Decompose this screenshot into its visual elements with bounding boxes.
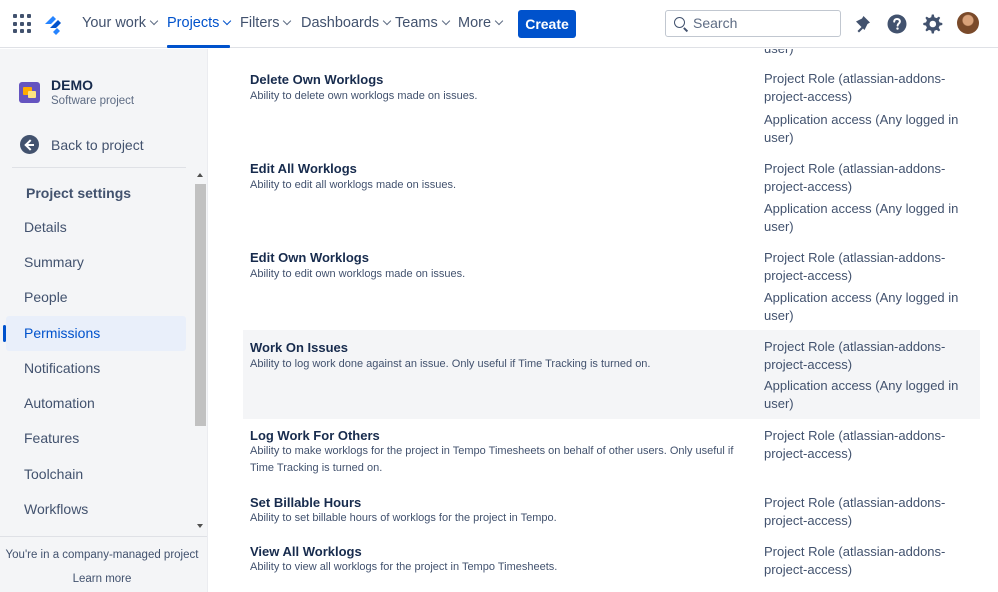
create-button[interactable]: Create [518, 10, 576, 38]
grant-entry: Application access (Any logged in user) [764, 201, 959, 234]
chevron-down-icon [283, 16, 292, 26]
grant-entry: Application access (Any logged in user) [764, 112, 959, 145]
notifications-icon[interactable] [850, 12, 874, 36]
back-to-project-label: Back to project [51, 137, 144, 153]
permission-description: Ability to view all worklogs for the pro… [250, 561, 558, 573]
grant-entry: Project Role (atlassian-addons-project-a… [764, 544, 946, 577]
permission-description: Ability to log work done against an issu… [250, 358, 651, 370]
grant-entry: Project Role (atlassian-addons-project-a… [764, 161, 946, 194]
company-managed-note: You're in a company-managed project [5, 549, 199, 561]
sidebar-item-permissions[interactable]: Permissions [3, 316, 186, 351]
app-switcher-icon[interactable] [11, 12, 35, 36]
permission-name: Edit All Worklogs [250, 161, 357, 176]
nav-label: Teams [395, 15, 438, 31]
chevron-down-icon [494, 16, 504, 26]
permission-name: Set Billable Hours [250, 495, 362, 510]
permission-row: Edit Own Worklogs Ability to edit own wo… [243, 245, 980, 330]
permission-description: Ability to make worklogs for the project… [250, 445, 734, 474]
permission-row: Log Work For Others Ability to make work… [243, 419, 980, 486]
permission-name: Edit Own Worklogs [250, 250, 369, 265]
permission-description: Ability to set billable hours of worklog… [250, 512, 557, 524]
chevron-down-icon [149, 16, 159, 26]
scroll-up-arrow-icon[interactable] [197, 173, 203, 177]
chevron-down-icon [382, 16, 392, 26]
grant-entry: Project Role (atlassian-addons-project-a… [764, 250, 946, 283]
sidebar-item-workflows[interactable]: Workflows [6, 492, 186, 527]
nav-label: More [458, 15, 492, 31]
permission-name: Log Work For Others [250, 428, 380, 443]
permission-row: View All Worklogs Ability to view all wo… [243, 536, 980, 592]
sidebar: DEMO Software project Back to project Pr… [0, 49, 208, 592]
nav-teams[interactable]: Teams [395, 0, 450, 48]
nav-your-work[interactable]: Your work [82, 0, 159, 48]
grant-entry: Project Role (atlassian-addons-project-a… [764, 339, 946, 372]
nav-dashboards[interactable]: Dashboards [301, 0, 392, 48]
chevron-down-icon [223, 16, 232, 26]
divider [12, 167, 186, 168]
nav-label: Projects [167, 15, 220, 31]
permission-row: Edit All Worklogs Ability to edit all wo… [243, 156, 980, 245]
permission-description: Ability to delete own worklogs made on i… [250, 90, 478, 102]
search-icon [674, 17, 685, 28]
permission-name: Delete Own Worklogs [250, 72, 384, 87]
project-name: DEMO [51, 77, 93, 93]
grant-entry-partial: user) [764, 49, 980, 58]
sidebar-item-notifications[interactable]: Notifications [6, 351, 186, 386]
search-input[interactable] [693, 13, 833, 33]
project-type: Software project [51, 95, 135, 107]
arrow-left-circle-icon [20, 135, 39, 154]
project-avatar-icon [19, 82, 40, 103]
permission-row: Delete Own Worklogs Ability to delete ow… [243, 67, 980, 156]
grant-entry: Application access (Any logged in user) [764, 290, 959, 323]
permission-description: Ability to edit own worklogs made on iss… [250, 268, 466, 280]
nav-label: Dashboards [301, 15, 380, 31]
permission-description: Ability to edit all worklogs made on iss… [250, 179, 457, 191]
sidebar-item-toolchain[interactable]: Toolchain [6, 457, 186, 492]
permission-row-highlighted: Work On Issues Ability to log work done … [243, 330, 980, 419]
help-icon[interactable] [885, 12, 909, 36]
sidebar-item-features[interactable]: Features [6, 421, 186, 456]
sidebar-heading: Project settings [26, 185, 132, 201]
nav-more[interactable]: More [458, 0, 504, 48]
nav-label: Filters [240, 15, 280, 31]
grant-entry: Project Role (atlassian-addons-project-a… [764, 71, 946, 104]
learn-more-link[interactable]: Learn more [0, 573, 204, 585]
sidebar-item-people[interactable]: People [6, 280, 186, 315]
permission-name: View All Worklogs [250, 544, 362, 559]
grant-entry: Project Role (atlassian-addons-project-a… [764, 428, 946, 461]
grant-entry: Application access (Any logged in user) [764, 378, 959, 411]
scroll-down-arrow-icon[interactable] [197, 524, 203, 528]
nav-projects[interactable]: Projects [167, 0, 232, 48]
search-box[interactable] [665, 10, 841, 37]
divider [0, 536, 207, 537]
sidebar-item-summary[interactable]: Summary [6, 245, 186, 280]
sidebar-item-automation[interactable]: Automation [6, 386, 186, 421]
permission-name: Work On Issues [250, 340, 349, 355]
scrollbar-thumb[interactable] [195, 184, 206, 426]
sidebar-item-details[interactable]: Details [6, 210, 186, 245]
nav-label: Your work [82, 15, 146, 31]
nav-filters[interactable]: Filters [240, 0, 292, 48]
permissions-table: user) Delete Own Worklogs Ability to del… [209, 49, 998, 592]
settings-icon[interactable] [920, 12, 944, 36]
jira-logo-icon[interactable] [42, 12, 64, 36]
chevron-down-icon [441, 16, 450, 26]
top-navigation: Your work Projects Filters Dashboards Te… [0, 0, 998, 48]
user-avatar[interactable] [957, 12, 979, 34]
permission-row: Set Billable Hours Ability to set billab… [243, 486, 980, 536]
grant-entry: Project Role (atlassian-addons-project-a… [764, 495, 946, 528]
